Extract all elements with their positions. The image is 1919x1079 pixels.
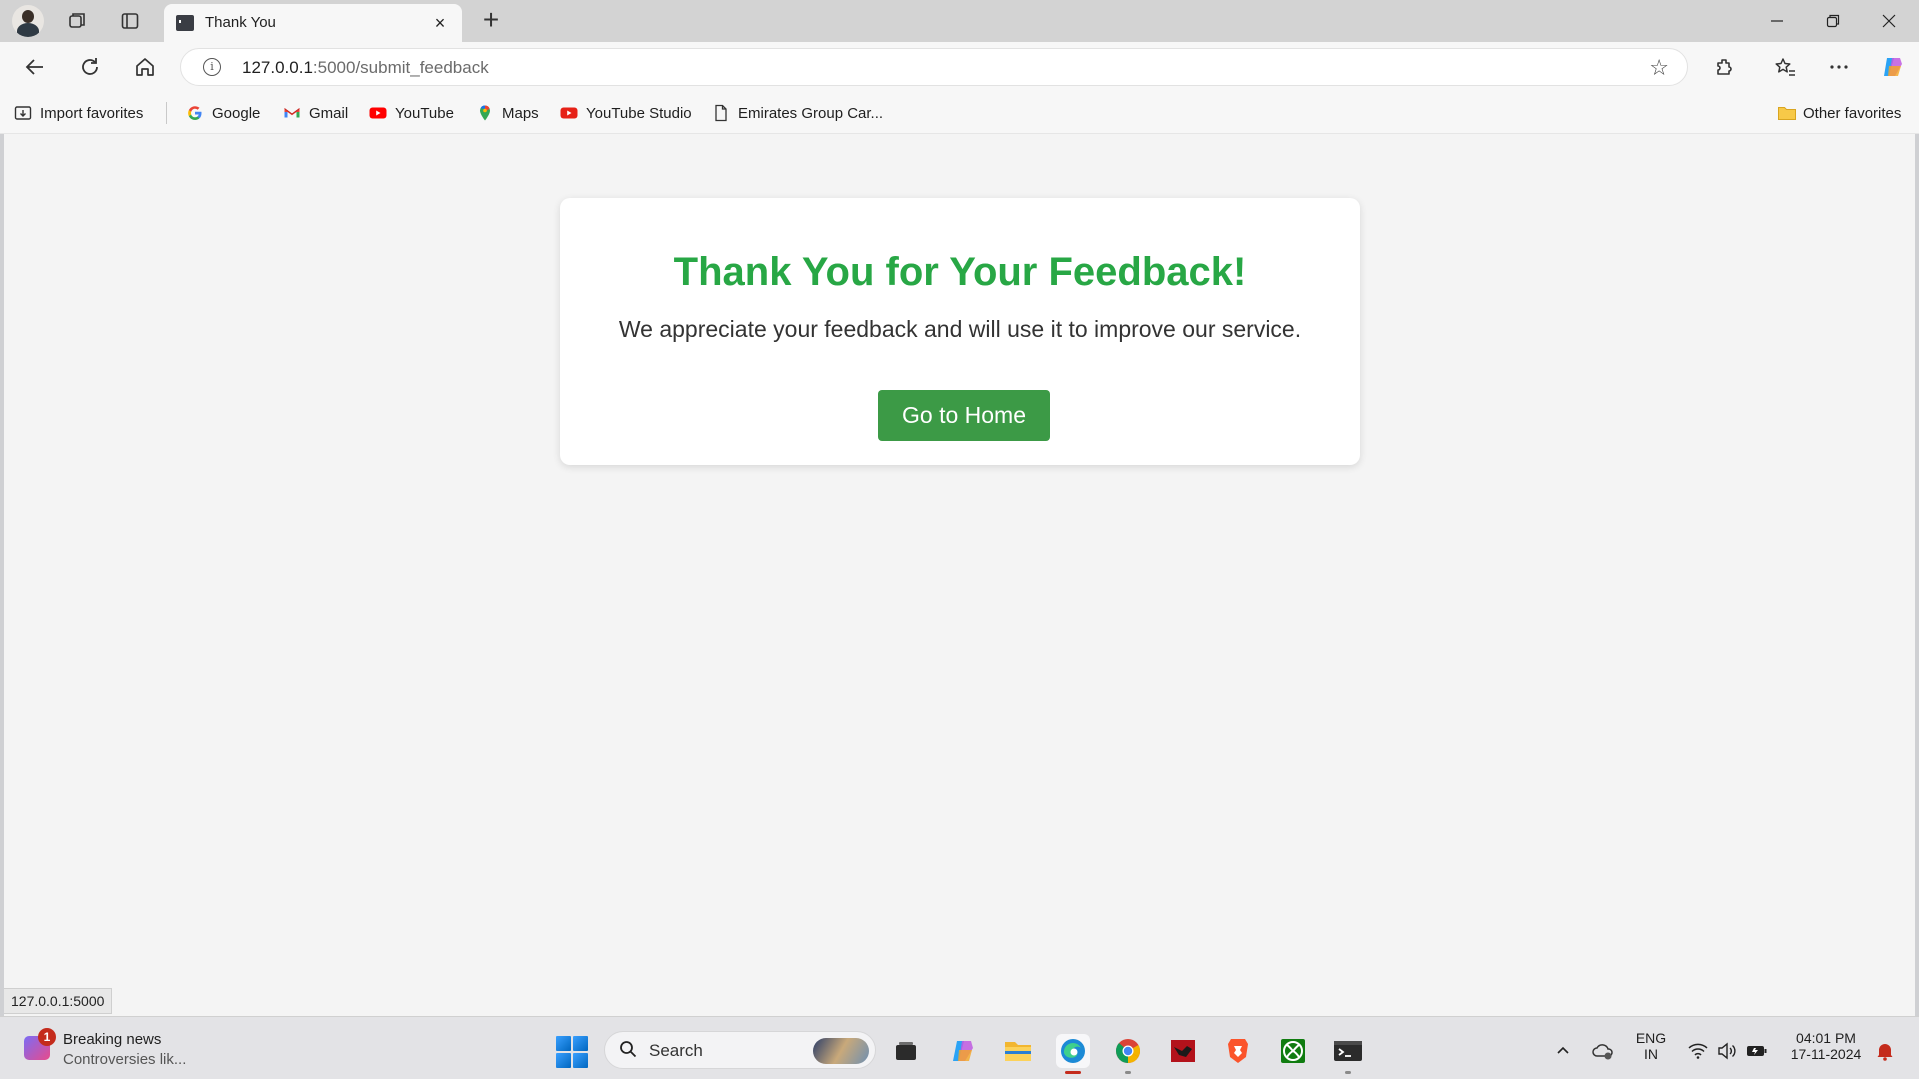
url-text: 127.0.0.1:5000/submit_feedback [242,58,489,78]
feedback-card: Thank You for Your Feedback! We apprecia… [560,198,1360,465]
task-view-icon[interactable] [889,1034,923,1068]
vertical-tabs-icon[interactable] [115,7,145,35]
clock[interactable]: 04:01 PM 17-11-2024 [1786,1030,1866,1062]
bookmark-gmail[interactable]: Gmail [283,102,348,124]
terminal-favicon-icon [176,15,194,31]
running-indicator [1345,1071,1351,1074]
page-heading: Thank You for Your Feedback! [673,250,1247,294]
onedrive-icon[interactable] [1586,1034,1620,1068]
taskbar-search[interactable]: Search [604,1031,876,1069]
clock-time: 04:01 PM [1796,1030,1856,1046]
gmail-icon [283,104,301,122]
url-host: 127.0.0.1 [242,58,313,77]
favorites-bar: Import favorites Google Gmail YouTube Ma… [0,92,1919,134]
refresh-icon[interactable] [73,51,107,83]
back-icon[interactable] [18,51,52,83]
youtube-studio-icon [560,104,578,122]
google-icon [186,104,204,122]
address-bar[interactable]: i 127.0.0.1:5000/submit_feedback ☆ [180,48,1688,86]
maps-icon [476,104,494,122]
home-icon[interactable] [128,51,162,83]
other-favorites[interactable]: Other favorites [1777,102,1901,124]
bookmark-youtube[interactable]: YouTube [369,102,454,124]
bookmark-label: Emirates Group Car... [738,104,884,122]
import-icon [14,104,32,122]
terminal-icon[interactable] [1331,1034,1365,1074]
copilot-icon[interactable] [1876,51,1910,83]
navigation-bar: i 127.0.0.1:5000/submit_feedback ☆ [0,42,1919,92]
bookmark-maps[interactable]: Maps [476,102,539,124]
region-code: IN [1644,1046,1658,1062]
bookmark-separator [166,102,167,124]
close-window-icon[interactable] [1861,0,1917,42]
windows-start-icon[interactable] [556,1036,588,1068]
bookmark-import-favorites[interactable]: Import favorites [14,102,143,124]
new-tab-button[interactable]: + [476,6,506,36]
site-info-icon[interactable]: i [203,58,221,76]
avatar-body [17,23,39,37]
news-title: Breaking news [63,1031,162,1048]
page-message: We appreciate your feedback and will use… [618,316,1302,342]
bookmark-label: Google [212,104,261,122]
bookmark-emirates-group[interactable]: Emirates Group Car... [712,102,883,124]
title-bar: Thank You × + [0,0,1919,42]
language-indicator[interactable]: ENG IN [1630,1030,1672,1062]
clock-date: 17-11-2024 [1790,1046,1862,1062]
bookmark-label: Import favorites [40,104,144,122]
youtube-icon [369,104,387,122]
url-path: :5000/submit_feedback [312,58,489,77]
active-indicator [1065,1071,1081,1074]
language-code: ENG [1635,1030,1667,1046]
bookmark-youtube-studio[interactable]: YouTube Studio [560,102,692,124]
volume-icon[interactable] [1710,1034,1744,1068]
app-icon[interactable] [1166,1034,1200,1068]
folder-icon [1777,104,1796,122]
favorite-star-icon[interactable]: ☆ [1649,55,1669,81]
go-to-home-button[interactable]: Go to Home [878,390,1050,441]
search-label: Search [649,1041,703,1060]
search-highlight-image [813,1038,869,1064]
taskbar: 1 Breaking news Controversies lik... Sea… [0,1016,1919,1079]
avatar-head [22,10,34,23]
news-badge: 1 [38,1028,56,1046]
news-subtitle: Controversies lik... [63,1051,187,1068]
search-icon [619,1040,637,1058]
show-hidden-icons-chevron-icon[interactable] [1546,1034,1580,1068]
notification-bell-icon[interactable] [1868,1034,1902,1068]
bookmark-label: Gmail [309,104,349,122]
document-icon [712,104,730,122]
tab-thank-you[interactable]: Thank You × [164,4,462,42]
more-options-icon[interactable] [1822,51,1856,83]
bookmark-label: Maps [502,104,539,122]
bookmark-label: YouTube Studio [586,104,692,122]
minimize-icon[interactable] [1749,0,1805,42]
chrome-icon[interactable] [1111,1034,1145,1074]
profile-avatar[interactable] [12,5,44,37]
brave-icon[interactable] [1221,1034,1255,1068]
link-status-bar: 127.0.0.1:5000 [4,988,113,1014]
workspaces-icon[interactable] [62,7,92,35]
other-favorites-label: Other favorites [1803,104,1902,122]
file-explorer-icon[interactable] [1001,1034,1035,1068]
close-tab-icon[interactable]: × [430,13,450,33]
bookmark-label: YouTube [395,104,454,122]
bookmark-google[interactable]: Google [186,102,260,124]
battery-icon[interactable] [1740,1034,1774,1068]
extensions-icon[interactable] [1708,51,1742,83]
page-viewport: Thank You for Your Feedback! We apprecia… [4,134,1915,1016]
xbox-icon[interactable] [1276,1034,1310,1068]
copilot-app-icon[interactable] [946,1034,980,1068]
tab-title: Thank You [205,14,276,31]
running-indicator [1125,1071,1131,1074]
restore-icon[interactable] [1805,0,1861,42]
favorites-icon[interactable] [1768,51,1802,83]
edge-icon[interactable] [1056,1034,1090,1074]
